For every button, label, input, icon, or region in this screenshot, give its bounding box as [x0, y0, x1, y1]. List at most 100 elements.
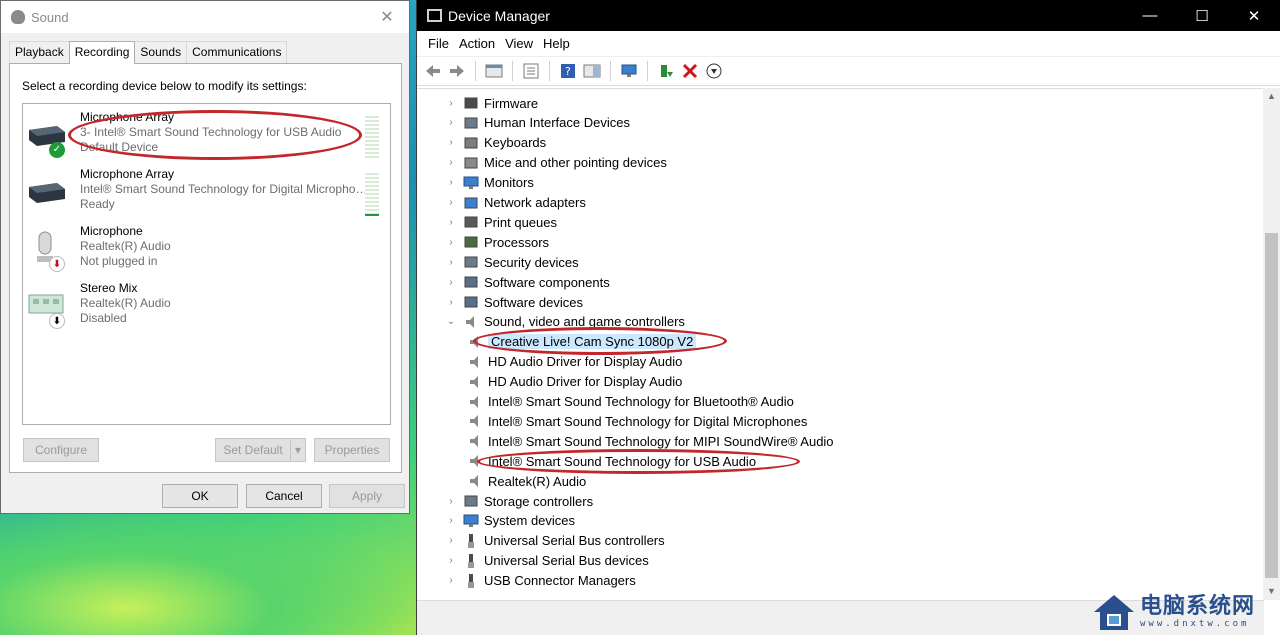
speaker-icon [470, 475, 478, 488]
tab-communications[interactable]: Communications [186, 41, 288, 63]
speaker-icon [11, 10, 25, 24]
expand-chevron-icon[interactable]: › [445, 555, 457, 566]
software-component-icon [464, 276, 478, 288]
device-item-stereo-mix[interactable]: ⬇ Stereo Mix Realtek(R) Audio Disabled [23, 277, 390, 334]
device-manager-window: Device Manager — ☐ ✕ File Action View He… [416, 0, 1280, 635]
watermark-text: 电脑系统网 [1140, 593, 1256, 619]
expand-chevron-icon[interactable]: › [445, 157, 457, 168]
tree-device[interactable]: Intel® Smart Sound Technology for Blueto… [467, 392, 794, 412]
expand-chevron-icon[interactable]: › [445, 277, 457, 288]
tree-category[interactable]: › System devices [445, 511, 575, 531]
help-icon[interactable]: ? [557, 60, 579, 82]
firmware-icon [464, 97, 478, 109]
tab-sounds[interactable]: Sounds [134, 41, 188, 63]
expand-chevron-icon[interactable]: › [445, 297, 457, 308]
disabled-arrow-icon: ⬇ [49, 313, 65, 329]
menu-file[interactable]: File [423, 36, 454, 51]
tree-device[interactable]: Creative Live! Cam Sync 1080p V2 [467, 332, 697, 352]
tree-category[interactable]: › Monitors [445, 173, 534, 193]
expand-chevron-icon[interactable]: › [445, 515, 457, 526]
cancel-button[interactable]: Cancel [246, 484, 322, 508]
expand-chevron-icon[interactable]: › [445, 575, 457, 586]
tree-device[interactable]: Intel® Smart Sound Technology for USB Au… [467, 451, 756, 471]
set-default-dropdown-icon[interactable]: ▾ [290, 438, 306, 462]
close-icon[interactable]: ✕ [365, 7, 409, 27]
expand-chevron-icon[interactable]: › [445, 137, 457, 148]
tree-device[interactable]: HD Audio Driver for Display Audio [467, 352, 682, 372]
tree-category[interactable]: › Universal Serial Bus devices [445, 551, 649, 571]
scroll-thumb[interactable] [1265, 233, 1278, 578]
properties-button[interactable]: Properties [314, 438, 390, 462]
device-item-microphone[interactable]: ⬇ Microphone Realtek(R) Audio Not plugge… [23, 220, 390, 277]
tree-label: Intel® Smart Sound Technology for USB Au… [488, 453, 757, 469]
tree-category[interactable]: › Security devices [445, 252, 579, 272]
tree-category[interactable]: › Mice and other pointing devices [445, 153, 667, 173]
toolbar-separator [475, 61, 476, 81]
scroll-up-icon[interactable]: ▲ [1263, 88, 1280, 105]
set-default-button[interactable]: Set Default [215, 438, 291, 462]
tree-label: Security devices [484, 254, 579, 270]
tree-category[interactable]: › Firmware [445, 93, 538, 113]
expand-chevron-icon[interactable]: › [445, 117, 457, 128]
expand-chevron-icon[interactable]: › [445, 98, 457, 109]
tree-label: Universal Serial Bus devices [484, 553, 649, 569]
menu-action[interactable]: Action [454, 36, 500, 51]
device-status: Disabled [80, 311, 127, 325]
expand-chevron-icon[interactable]: › [445, 257, 457, 268]
tree-device[interactable]: HD Audio Driver for Display Audio [467, 372, 682, 392]
tree-category[interactable]: › Processors [445, 232, 549, 252]
recording-panel: Select a recording device below to modif… [9, 63, 402, 473]
dm-menubar: File Action View Help [417, 31, 1280, 56]
tab-recording[interactable]: Recording [68, 41, 136, 64]
expand-chevron-icon[interactable]: › [445, 237, 457, 248]
tree-category[interactable]: › Storage controllers [445, 491, 593, 511]
tree-category[interactable]: › Human Interface Devices [445, 113, 630, 133]
tree-device[interactable]: Realtek(R) Audio [467, 471, 586, 491]
expand-chevron-icon[interactable]: › [445, 217, 457, 228]
menu-help[interactable]: Help [538, 36, 575, 51]
action-pane-icon[interactable] [581, 60, 603, 82]
tree-category[interactable]: ⌄ Sound, video and game controllers [445, 312, 685, 332]
level-meter [365, 173, 379, 216]
forward-icon[interactable] [446, 60, 468, 82]
uninstall-icon[interactable] [679, 60, 701, 82]
mouse-icon [464, 157, 478, 169]
level-meter [365, 116, 379, 159]
configure-button[interactable]: Configure [23, 438, 99, 462]
scan-hardware-icon[interactable] [618, 60, 640, 82]
device-item-microphone-array-digital[interactable]: Microphone Array Intel® Smart Sound Tech… [23, 163, 390, 220]
tree-category[interactable]: › Software components [445, 272, 609, 292]
hid-icon [464, 117, 478, 129]
tree-category[interactable]: › Print queues [445, 212, 557, 232]
tree-label: System devices [484, 513, 576, 529]
vertical-scrollbar[interactable]: ▲ ▼ [1263, 88, 1280, 600]
apply-button[interactable]: Apply [329, 484, 405, 508]
device-status: Not plugged in [80, 254, 158, 268]
expand-chevron-icon[interactable]: › [445, 535, 457, 546]
ok-button[interactable]: OK [162, 484, 238, 508]
tree-device[interactable]: Intel® Smart Sound Technology for Digita… [467, 411, 807, 431]
update-driver-icon[interactable] [655, 60, 677, 82]
back-icon[interactable] [422, 60, 444, 82]
tree-category[interactable]: › Universal Serial Bus controllers [445, 531, 664, 551]
maximize-icon[interactable]: ☐ [1176, 7, 1228, 25]
site-watermark: 电脑系统网 www.dnxtw.com [1092, 588, 1280, 635]
collapse-chevron-icon[interactable]: ⌄ [445, 316, 457, 327]
disable-device-icon[interactable] [703, 60, 725, 82]
expand-chevron-icon[interactable]: › [445, 177, 457, 188]
tree-category[interactable]: › USB Connector Managers [445, 571, 635, 591]
network-icon [464, 197, 478, 208]
show-hide-tree-icon[interactable] [483, 60, 505, 82]
properties-icon[interactable] [520, 60, 542, 82]
close-icon[interactable]: ✕ [1228, 7, 1280, 25]
expand-chevron-icon[interactable]: › [445, 197, 457, 208]
minimize-icon[interactable]: — [1124, 7, 1176, 25]
tree-category[interactable]: › Network adapters [445, 193, 586, 213]
tab-playback[interactable]: Playback [9, 41, 70, 63]
expand-chevron-icon[interactable]: › [445, 496, 457, 507]
tree-device[interactable]: Intel® Smart Sound Technology for MIPI S… [467, 431, 834, 451]
tree-category[interactable]: › Software devices [445, 292, 583, 312]
tree-category[interactable]: › Keyboards [445, 133, 546, 153]
menu-view[interactable]: View [500, 36, 538, 51]
device-item-microphone-array-usb[interactable]: ✓ Microphone Array 3- Intel® Smart Sound… [23, 106, 390, 163]
